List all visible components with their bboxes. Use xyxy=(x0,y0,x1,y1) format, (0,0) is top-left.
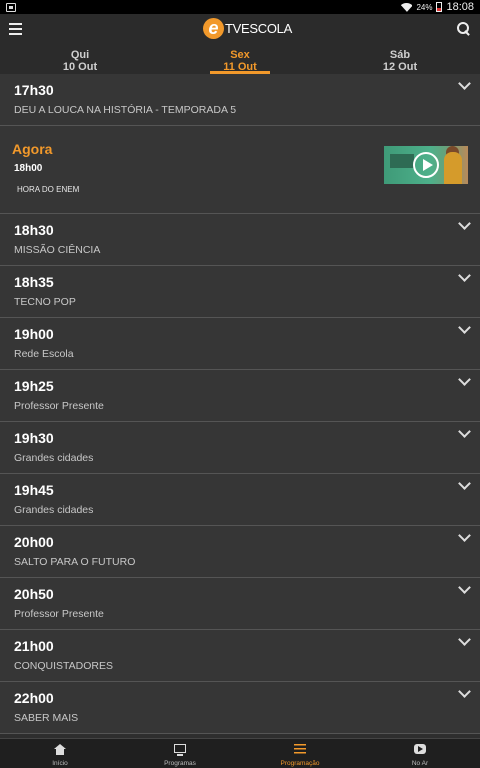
tab-thursday[interactable]: Qui 10 Out xyxy=(0,46,160,74)
nav-label: Início xyxy=(52,760,68,767)
schedule-time: 18h30 xyxy=(14,222,54,238)
now-label: Agora xyxy=(12,141,53,157)
search-icon[interactable] xyxy=(457,22,470,35)
schedule-item[interactable]: 20h00 SALTO PARA O FUTURO xyxy=(0,526,480,578)
wifi-icon xyxy=(401,3,412,12)
tab-day-date: 10 Out xyxy=(62,61,98,73)
youtube-icon xyxy=(414,744,426,754)
battery-icon xyxy=(436,2,443,12)
chevron-down-icon[interactable] xyxy=(458,477,471,490)
schedule-title: Grandes cidades xyxy=(14,504,94,516)
tab-day-date: 12 Out xyxy=(382,61,418,73)
clock: 18:08 xyxy=(446,1,474,13)
chevron-down-icon[interactable] xyxy=(458,529,471,542)
schedule-item[interactable]: 21h00 CONQUISTADORES xyxy=(0,630,480,682)
tab-day-name: Qui xyxy=(70,49,90,61)
chevron-down-icon[interactable] xyxy=(458,321,471,334)
chevron-down-icon[interactable] xyxy=(458,685,471,698)
status-bar: 24% 18:08 xyxy=(0,0,480,14)
schedule-time: 21h00 xyxy=(14,638,54,654)
nav-label: Programação xyxy=(280,760,320,767)
schedule-title: TECNO POP xyxy=(14,296,76,308)
tab-day-name: Sex xyxy=(230,49,250,61)
now-time: 18h00 xyxy=(14,163,43,174)
schedule-item[interactable]: 19h00 Rede Escola xyxy=(0,318,480,370)
schedule-item[interactable]: 18h35 TECNO POP xyxy=(0,266,480,318)
schedule-time: 19h25 xyxy=(14,378,54,394)
screenshot-notification-icon xyxy=(6,2,16,12)
battery-percent: 24% xyxy=(416,2,433,12)
nav-label: Programas xyxy=(164,760,196,767)
schedule-title: Rede Escola xyxy=(14,348,74,360)
schedule-time: 19h00 xyxy=(14,326,54,342)
schedule-item[interactable]: 19h30 Grandes cidades xyxy=(0,422,480,474)
logo-text: TVESCOLA xyxy=(225,21,292,36)
chevron-down-icon[interactable] xyxy=(458,269,471,282)
now-playing-item[interactable]: Agora 18h00 HORA DO ENEM xyxy=(0,126,480,214)
schedule-item[interactable]: 19h25 Professor Presente xyxy=(0,370,480,422)
tv-icon xyxy=(174,744,186,756)
tab-day-date: 11 Out xyxy=(223,61,257,73)
schedule-title: CONQUISTADORES xyxy=(14,660,113,672)
nav-no-ar[interactable]: No Ar xyxy=(360,739,480,768)
schedule-title: SABER MAIS xyxy=(14,712,79,724)
schedule-item[interactable]: 17h30 DEU A LOUCA NA HISTÓRIA - TEMPORAD… xyxy=(0,74,480,126)
chevron-down-icon[interactable] xyxy=(458,425,471,438)
nav-inicio[interactable]: Início xyxy=(0,739,120,768)
schedule-title: Professor Presente xyxy=(14,400,104,412)
chevron-down-icon[interactable] xyxy=(458,217,471,230)
menu-icon[interactable] xyxy=(9,23,22,35)
schedule-item[interactable]: 18h30 MISSÃO CIÊNCIA xyxy=(0,214,480,266)
play-icon[interactable] xyxy=(413,152,439,178)
schedule-title: SALTO PARA O FUTURO xyxy=(14,556,136,568)
list-icon xyxy=(294,744,306,755)
video-thumbnail[interactable] xyxy=(384,146,468,184)
schedule-time: 22h00 xyxy=(14,690,54,706)
logo-e-icon: e xyxy=(203,18,224,39)
nav-programas[interactable]: Programas xyxy=(120,739,240,768)
chevron-down-icon[interactable] xyxy=(458,633,471,646)
schedule-item[interactable]: 20h50 Professor Presente xyxy=(0,578,480,630)
app-logo: e TVESCOLA xyxy=(203,18,292,39)
home-icon xyxy=(54,744,66,755)
now-title: HORA DO ENEM xyxy=(17,185,80,194)
chevron-down-icon[interactable] xyxy=(458,581,471,594)
schedule-title: MISSÃO CIÊNCIA xyxy=(14,244,101,256)
schedule-title: Grandes cidades xyxy=(14,452,94,464)
schedule-title: DEU A LOUCA NA HISTÓRIA - TEMPORADA 5 xyxy=(14,104,237,116)
schedule-list: 17h30 DEU A LOUCA NA HISTÓRIA - TEMPORAD… xyxy=(0,74,480,734)
tab-saturday[interactable]: Sáb 12 Out xyxy=(320,46,480,74)
nav-programacao[interactable]: Programação xyxy=(240,739,360,768)
app-bar: e TVESCOLA xyxy=(0,14,480,46)
schedule-time: 20h50 xyxy=(14,586,54,602)
schedule-time: 19h30 xyxy=(14,430,54,446)
schedule-title: Professor Presente xyxy=(14,608,104,620)
day-tabs: Qui 10 Out Sex 11 Out Sáb 12 Out xyxy=(0,46,480,74)
bottom-nav: Início Programas Programação No Ar xyxy=(0,738,480,768)
schedule-time: 17h30 xyxy=(14,82,54,98)
tab-day-name: Sáb xyxy=(389,49,411,61)
schedule-item[interactable]: 19h45 Grandes cidades xyxy=(0,474,480,526)
nav-label: No Ar xyxy=(411,760,429,767)
chevron-down-icon[interactable] xyxy=(458,373,471,386)
schedule-time: 18h35 xyxy=(14,274,54,290)
schedule-item[interactable]: 22h00 SABER MAIS xyxy=(0,682,480,734)
chevron-down-icon[interactable] xyxy=(458,77,471,90)
tab-friday[interactable]: Sex 11 Out xyxy=(160,46,320,74)
schedule-time: 19h45 xyxy=(14,482,54,498)
schedule-time: 20h00 xyxy=(14,534,54,550)
